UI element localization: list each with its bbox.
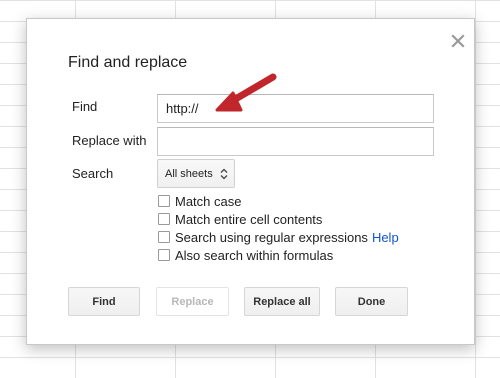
annotation-arrow-icon [215, 73, 277, 112]
regex-label-wrap: Search using regular expressions Help [175, 230, 399, 245]
search-label: Search [72, 166, 114, 181]
find-button[interactable]: Find [68, 287, 140, 316]
replace-with-label: Replace with [72, 133, 147, 148]
search-formulas-checkbox[interactable] [158, 249, 170, 261]
replace-input[interactable] [157, 127, 434, 156]
replace-all-button[interactable]: Replace all [244, 287, 320, 316]
dialog-title: Find and replace [68, 54, 188, 71]
replace-button[interactable]: Replace [156, 287, 229, 316]
match-entire-cell-checkbox[interactable] [158, 213, 170, 225]
regex-checkbox[interactable] [158, 231, 170, 243]
find-label: Find [72, 99, 98, 114]
help-link[interactable]: Help [372, 230, 399, 245]
find-input[interactable] [157, 94, 434, 123]
search-scope-select[interactable]: All sheets [157, 159, 235, 188]
match-entire-cell-label: Match entire cell contents [175, 212, 323, 227]
search-scope-value: All sheets [165, 168, 213, 180]
regex-label: Search using regular expressions [175, 230, 368, 245]
close-icon[interactable] [450, 33, 466, 49]
done-button[interactable]: Done [335, 287, 408, 316]
search-formulas-label: Also search within formulas [175, 248, 334, 263]
match-case-label: Match case [175, 194, 242, 209]
match-case-checkbox[interactable] [158, 195, 170, 207]
updown-chevron-icon [220, 168, 228, 180]
find-replace-dialog: Find and replace Find Replace with Searc… [26, 18, 475, 345]
